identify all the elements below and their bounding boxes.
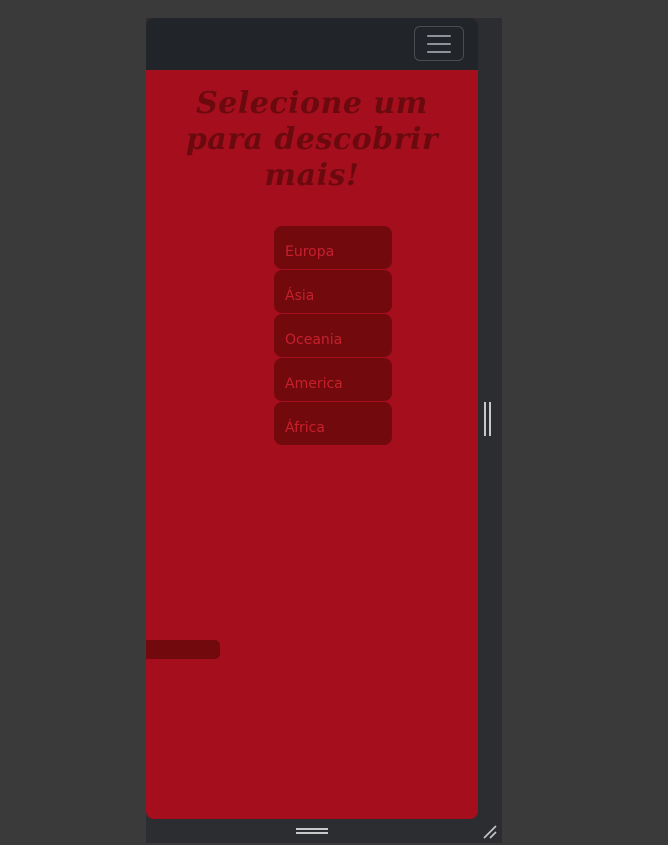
handle-line xyxy=(296,832,328,834)
vertical-resize-handle-icon[interactable] xyxy=(484,402,492,436)
page-viewport: Selecione um para descobrir mais! Europa… xyxy=(146,18,478,819)
continent-button-africa[interactable]: África xyxy=(274,402,392,445)
device-emulator-frame: Selecione um para descobrir mais! Europa… xyxy=(146,18,502,843)
hamburger-menu-icon-bar xyxy=(427,42,451,45)
handle-line xyxy=(489,402,491,436)
navbar-toggler-button[interactable] xyxy=(414,26,464,61)
handle-line xyxy=(484,402,486,436)
resize-corner-icon[interactable] xyxy=(482,824,498,840)
continent-list: Europa Ásia Oceania America África xyxy=(274,226,392,446)
navbar xyxy=(146,18,478,70)
handle-line xyxy=(296,828,328,830)
continent-button-america[interactable]: America xyxy=(274,358,392,401)
continent-button-asia[interactable]: Ásia xyxy=(274,270,392,313)
continent-button-oceania[interactable]: Oceania xyxy=(274,314,392,357)
page-title: Selecione um para descobrir mais! xyxy=(185,86,439,193)
hamburger-menu-icon xyxy=(427,34,451,37)
horizontal-resize-handle-icon[interactable] xyxy=(296,828,328,834)
continent-button-europa[interactable]: Europa xyxy=(274,226,392,269)
hamburger-menu-icon-bar xyxy=(427,50,451,53)
floating-tab-button[interactable] xyxy=(146,640,220,659)
